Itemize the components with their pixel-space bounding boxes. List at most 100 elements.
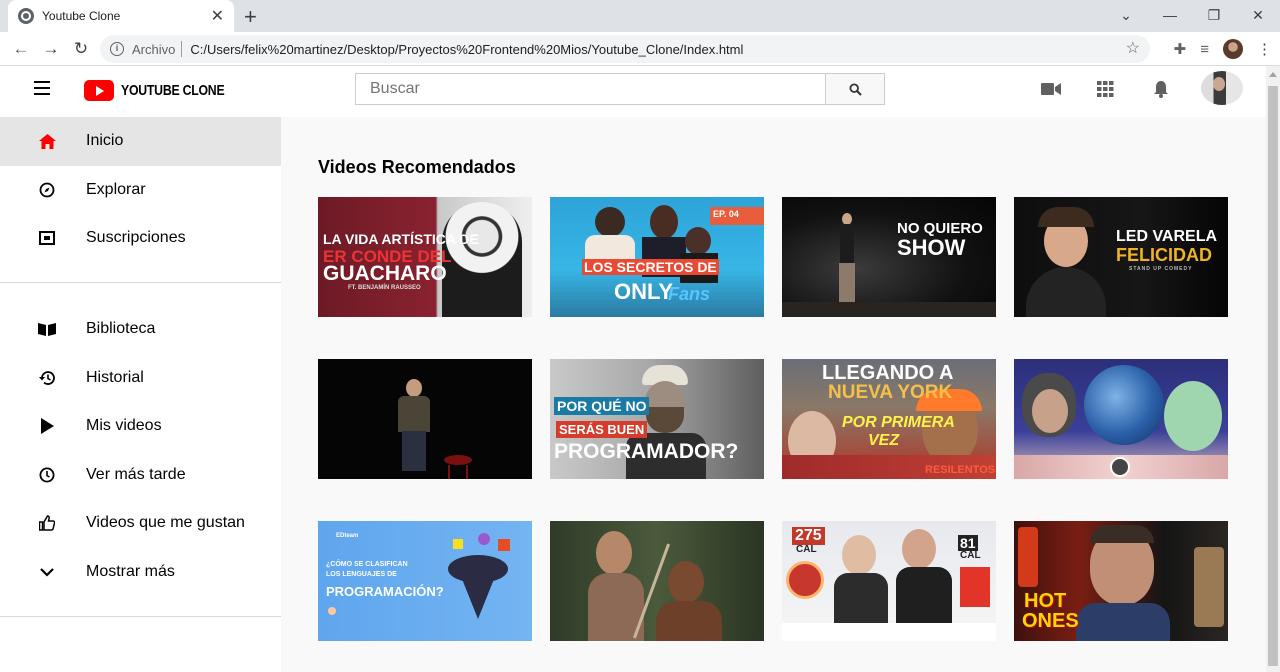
- search-button[interactable]: [825, 73, 885, 105]
- thumbnail-title: ONLY: [614, 279, 674, 304]
- close-window-button[interactable]: ✕: [1236, 0, 1280, 32]
- sidebar-divider: [0, 281, 281, 283]
- window-controls: ⌄ — ❐ ✕: [1104, 0, 1280, 32]
- sidebar-item-label: Suscripciones: [86, 229, 186, 247]
- address-bar-row: ← → ↻ i Archivo C:/Users/felix%20martine…: [0, 32, 1280, 66]
- omnibox[interactable]: i Archivo C:/Users/felix%20martinez/Desk…: [100, 35, 1150, 63]
- thumbnail-caption: EDteam: [336, 533, 359, 539]
- thumbnail-title: SHOW: [897, 235, 966, 260]
- scroll-up-arrow-icon[interactable]: [1269, 72, 1277, 77]
- video-thumbnail[interactable]: EP. 04 LOS SECRETOS DE ONLY Fans: [550, 197, 764, 317]
- globe-icon: [18, 8, 34, 24]
- video-thumbnail[interactable]: [550, 521, 764, 641]
- restore-button[interactable]: ❐: [1192, 0, 1236, 32]
- home-icon: [38, 132, 56, 150]
- sidebar-item-ver-mas-tarde[interactable]: Ver más tarde: [0, 451, 281, 500]
- logo[interactable]: YOUTUBE CLONE: [84, 80, 247, 101]
- minimize-button[interactable]: —: [1148, 0, 1192, 32]
- profile-avatar-icon[interactable]: [1223, 39, 1243, 59]
- bookmark-star-icon[interactable]: ☆: [1126, 38, 1140, 58]
- page-scrollbar[interactable]: [1266, 66, 1280, 672]
- video-thumbnail[interactable]: LLEGANDO A NUEVA YORK POR PRIMERA VEZ RE…: [782, 359, 996, 479]
- sidebar-item-suscripciones[interactable]: Suscripciones: [0, 214, 281, 263]
- thumbnail-caption: STAND UP COMEDY: [1129, 266, 1193, 272]
- browser-tab-bar: Youtube Clone ✕ + ⌄ — ❐ ✕: [0, 0, 1280, 32]
- video-thumbnail[interactable]: POR QUÉ NO SERÁS BUEN PROGRAMADOR?: [550, 359, 764, 479]
- sidebar-item-historial[interactable]: Historial: [0, 353, 281, 402]
- history-icon: [38, 369, 56, 387]
- video-thumbnail[interactable]: EDteam ¿CÓMO SE CLASIFICAN LOS LENGUAJES…: [318, 521, 532, 641]
- sidebar-item-mostrar-mas[interactable]: Mostrar más: [0, 548, 281, 597]
- thumbs-up-icon: [38, 514, 56, 532]
- sidebar-item-label: Biblioteca: [86, 320, 156, 338]
- chevron-down-icon: [38, 563, 56, 581]
- library-icon: [38, 320, 56, 338]
- avatar[interactable]: [1201, 71, 1243, 105]
- video-grid: LA VIDA ARTÍSTICA DE ER CONDE DEL GUACHA…: [318, 197, 1228, 641]
- sidebar: Inicio Explorar Suscripciones Biblioteca…: [0, 117, 281, 672]
- compass-icon: [38, 181, 56, 199]
- thumbnail-title: LLEGANDO A: [822, 362, 954, 384]
- tab-title: Youtube Clone: [42, 9, 121, 23]
- thumbnail-title: NO QUIERO: [897, 220, 983, 237]
- subscriptions-icon: [38, 229, 56, 247]
- new-tab-button[interactable]: +: [244, 4, 257, 30]
- thumbnail-title: PROGRAMACIÓN?: [326, 584, 444, 599]
- sidebar-item-videos-que-me-gustan[interactable]: Videos que me gustan: [0, 499, 281, 548]
- bell-icon[interactable]: [1153, 81, 1169, 98]
- sidebar-item-inicio[interactable]: Inicio: [0, 117, 281, 166]
- youtube-logo-icon: [84, 80, 114, 101]
- video-camera-icon[interactable]: [1041, 82, 1061, 96]
- puzzle-icon[interactable]: ✚: [1174, 40, 1187, 58]
- scrollbar-thumb[interactable]: [1268, 86, 1278, 666]
- url-separator: [181, 41, 183, 57]
- back-button[interactable]: ←: [6, 39, 36, 59]
- sidebar-item-label: Inicio: [86, 132, 124, 150]
- sidebar-item-label: Mis videos: [86, 417, 162, 435]
- video-thumbnail[interactable]: [1014, 359, 1228, 479]
- thumbnail-title: LED VARELA: [1116, 228, 1218, 245]
- info-icon[interactable]: i: [110, 42, 124, 56]
- video-thumbnail[interactable]: [318, 359, 532, 479]
- app-header: YOUTUBE CLONE: [0, 66, 1266, 117]
- video-thumbnail[interactable]: LED VARELA FELICIDAD STAND UP COMEDY: [1014, 197, 1228, 317]
- video-thumbnail[interactable]: NO QUIERO SHOW: [782, 197, 996, 317]
- extension-icons: ✚ ≡ ⋮: [1174, 32, 1272, 66]
- play-icon: [38, 417, 56, 435]
- thumbnail-title: ¿CÓMO SE CLASIFICAN: [326, 561, 408, 568]
- url-scheme-label: Archivo: [132, 41, 176, 57]
- thumbnail-title: 275: [792, 527, 825, 545]
- hamburger-menu-icon[interactable]: [34, 81, 50, 95]
- url-text[interactable]: C:/Users/felix%20martinez/Desktop/Proyec…: [190, 42, 743, 57]
- video-thumbnail[interactable]: HOT ONES: [1014, 521, 1228, 641]
- thumbnail-title: LOS LENGUAJES DE: [326, 571, 397, 578]
- forward-button[interactable]: →: [36, 39, 66, 59]
- more-menu-icon[interactable]: ⋮: [1257, 40, 1272, 58]
- reading-list-icon[interactable]: ≡: [1200, 41, 1209, 58]
- thumbnail-title: GUACHARO: [323, 262, 447, 285]
- video-thumbnail[interactable]: 275 CAL 81 CAL: [782, 521, 996, 641]
- thumbnail-title: ONES: [1022, 610, 1079, 632]
- thumbnail-title: CAL: [960, 550, 981, 561]
- section-title: Videos Recomendados: [318, 157, 516, 177]
- reload-button[interactable]: ↻: [66, 39, 96, 59]
- browser-tab[interactable]: Youtube Clone ✕: [8, 0, 234, 32]
- thumbnail-caption: RESILENTOS: [925, 464, 996, 476]
- video-thumbnail[interactable]: LA VIDA ARTÍSTICA DE ER CONDE DEL GUACHA…: [318, 197, 532, 317]
- tab-close-icon[interactable]: ✕: [211, 6, 224, 26]
- search-bar: [355, 73, 885, 105]
- sidebar-item-mis-videos[interactable]: Mis videos: [0, 402, 281, 451]
- sidebar-item-label: Historial: [86, 368, 144, 386]
- thumbnail-title: HOT: [1024, 590, 1067, 612]
- main-content: Videos Recomendados LA VIDA ARTÍSTICA DE…: [281, 117, 1266, 672]
- thumbnail-title: PROGRAMADOR?: [554, 440, 739, 463]
- thumbnail-title: POR QUÉ NO: [554, 397, 650, 415]
- sidebar-item-biblioteca[interactable]: Biblioteca: [0, 305, 281, 354]
- sidebar-item-explorar[interactable]: Explorar: [0, 166, 281, 215]
- search-icon: [848, 82, 862, 96]
- thumbnail-title: POR PRIMERA: [842, 414, 955, 431]
- search-input[interactable]: [355, 73, 825, 105]
- apps-grid-icon[interactable]: [1097, 81, 1114, 97]
- chevron-down-icon[interactable]: ⌄: [1104, 0, 1148, 32]
- clock-icon: [38, 466, 56, 484]
